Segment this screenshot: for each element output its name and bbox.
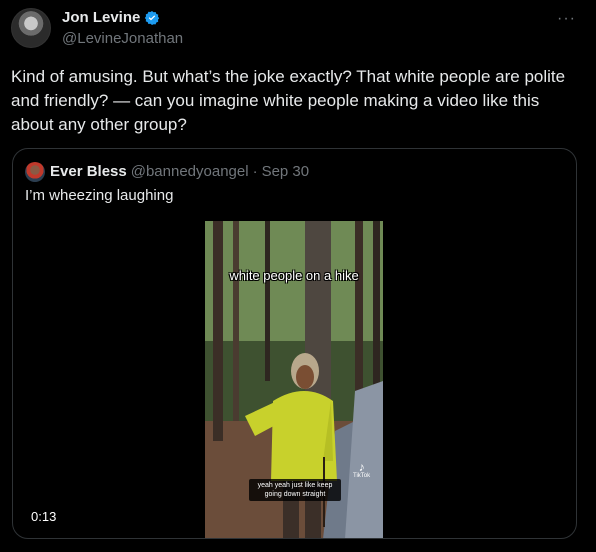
quoted-tweet[interactable]: Ever Bless @bannedyoangel · Sep 30 I’m w… [12,148,577,539]
more-options-icon[interactable]: ··· [557,10,576,28]
author-name-row: Jon Levine [62,9,183,26]
author-avatar[interactable] [11,8,51,48]
tiktok-watermark: ♪ TikTok [353,461,370,479]
quoted-author-avatar[interactable] [25,162,45,182]
video-duration-badge: 0:13 [25,506,63,527]
separator-dot: · [252,163,258,180]
author-display-name[interactable]: Jon Levine [62,9,140,26]
quoted-text: I’m wheezing laughing [25,187,174,204]
verified-badge-icon [145,10,160,25]
author-handle[interactable]: @LevineJonathan [62,30,183,47]
video-player[interactable]: white people on a hike yeah yeah just li… [205,221,383,538]
tiktok-note-icon: ♪ [358,460,365,474]
quoted-display-name[interactable]: Ever Bless [50,163,127,180]
quoted-header: Ever Bless @bannedyoangel · Sep 30 [50,163,309,180]
tweet[interactable]: Jon Levine @LevineJonathan ··· Kind of a… [0,0,596,552]
quoted-handle[interactable]: @bannedyoangel [131,163,249,180]
quoted-date[interactable]: Sep 30 [262,163,310,180]
tweet-text: Kind of amusing. But what’s the joke exa… [11,67,566,134]
tiktok-watermark-label: TikTok [353,473,371,479]
video-subtitle: yeah yeah just like keep going down stra… [249,479,341,501]
video-overlay-caption: white people on a hike [229,268,359,283]
author-block: Jon Levine @LevineJonathan [62,9,183,47]
